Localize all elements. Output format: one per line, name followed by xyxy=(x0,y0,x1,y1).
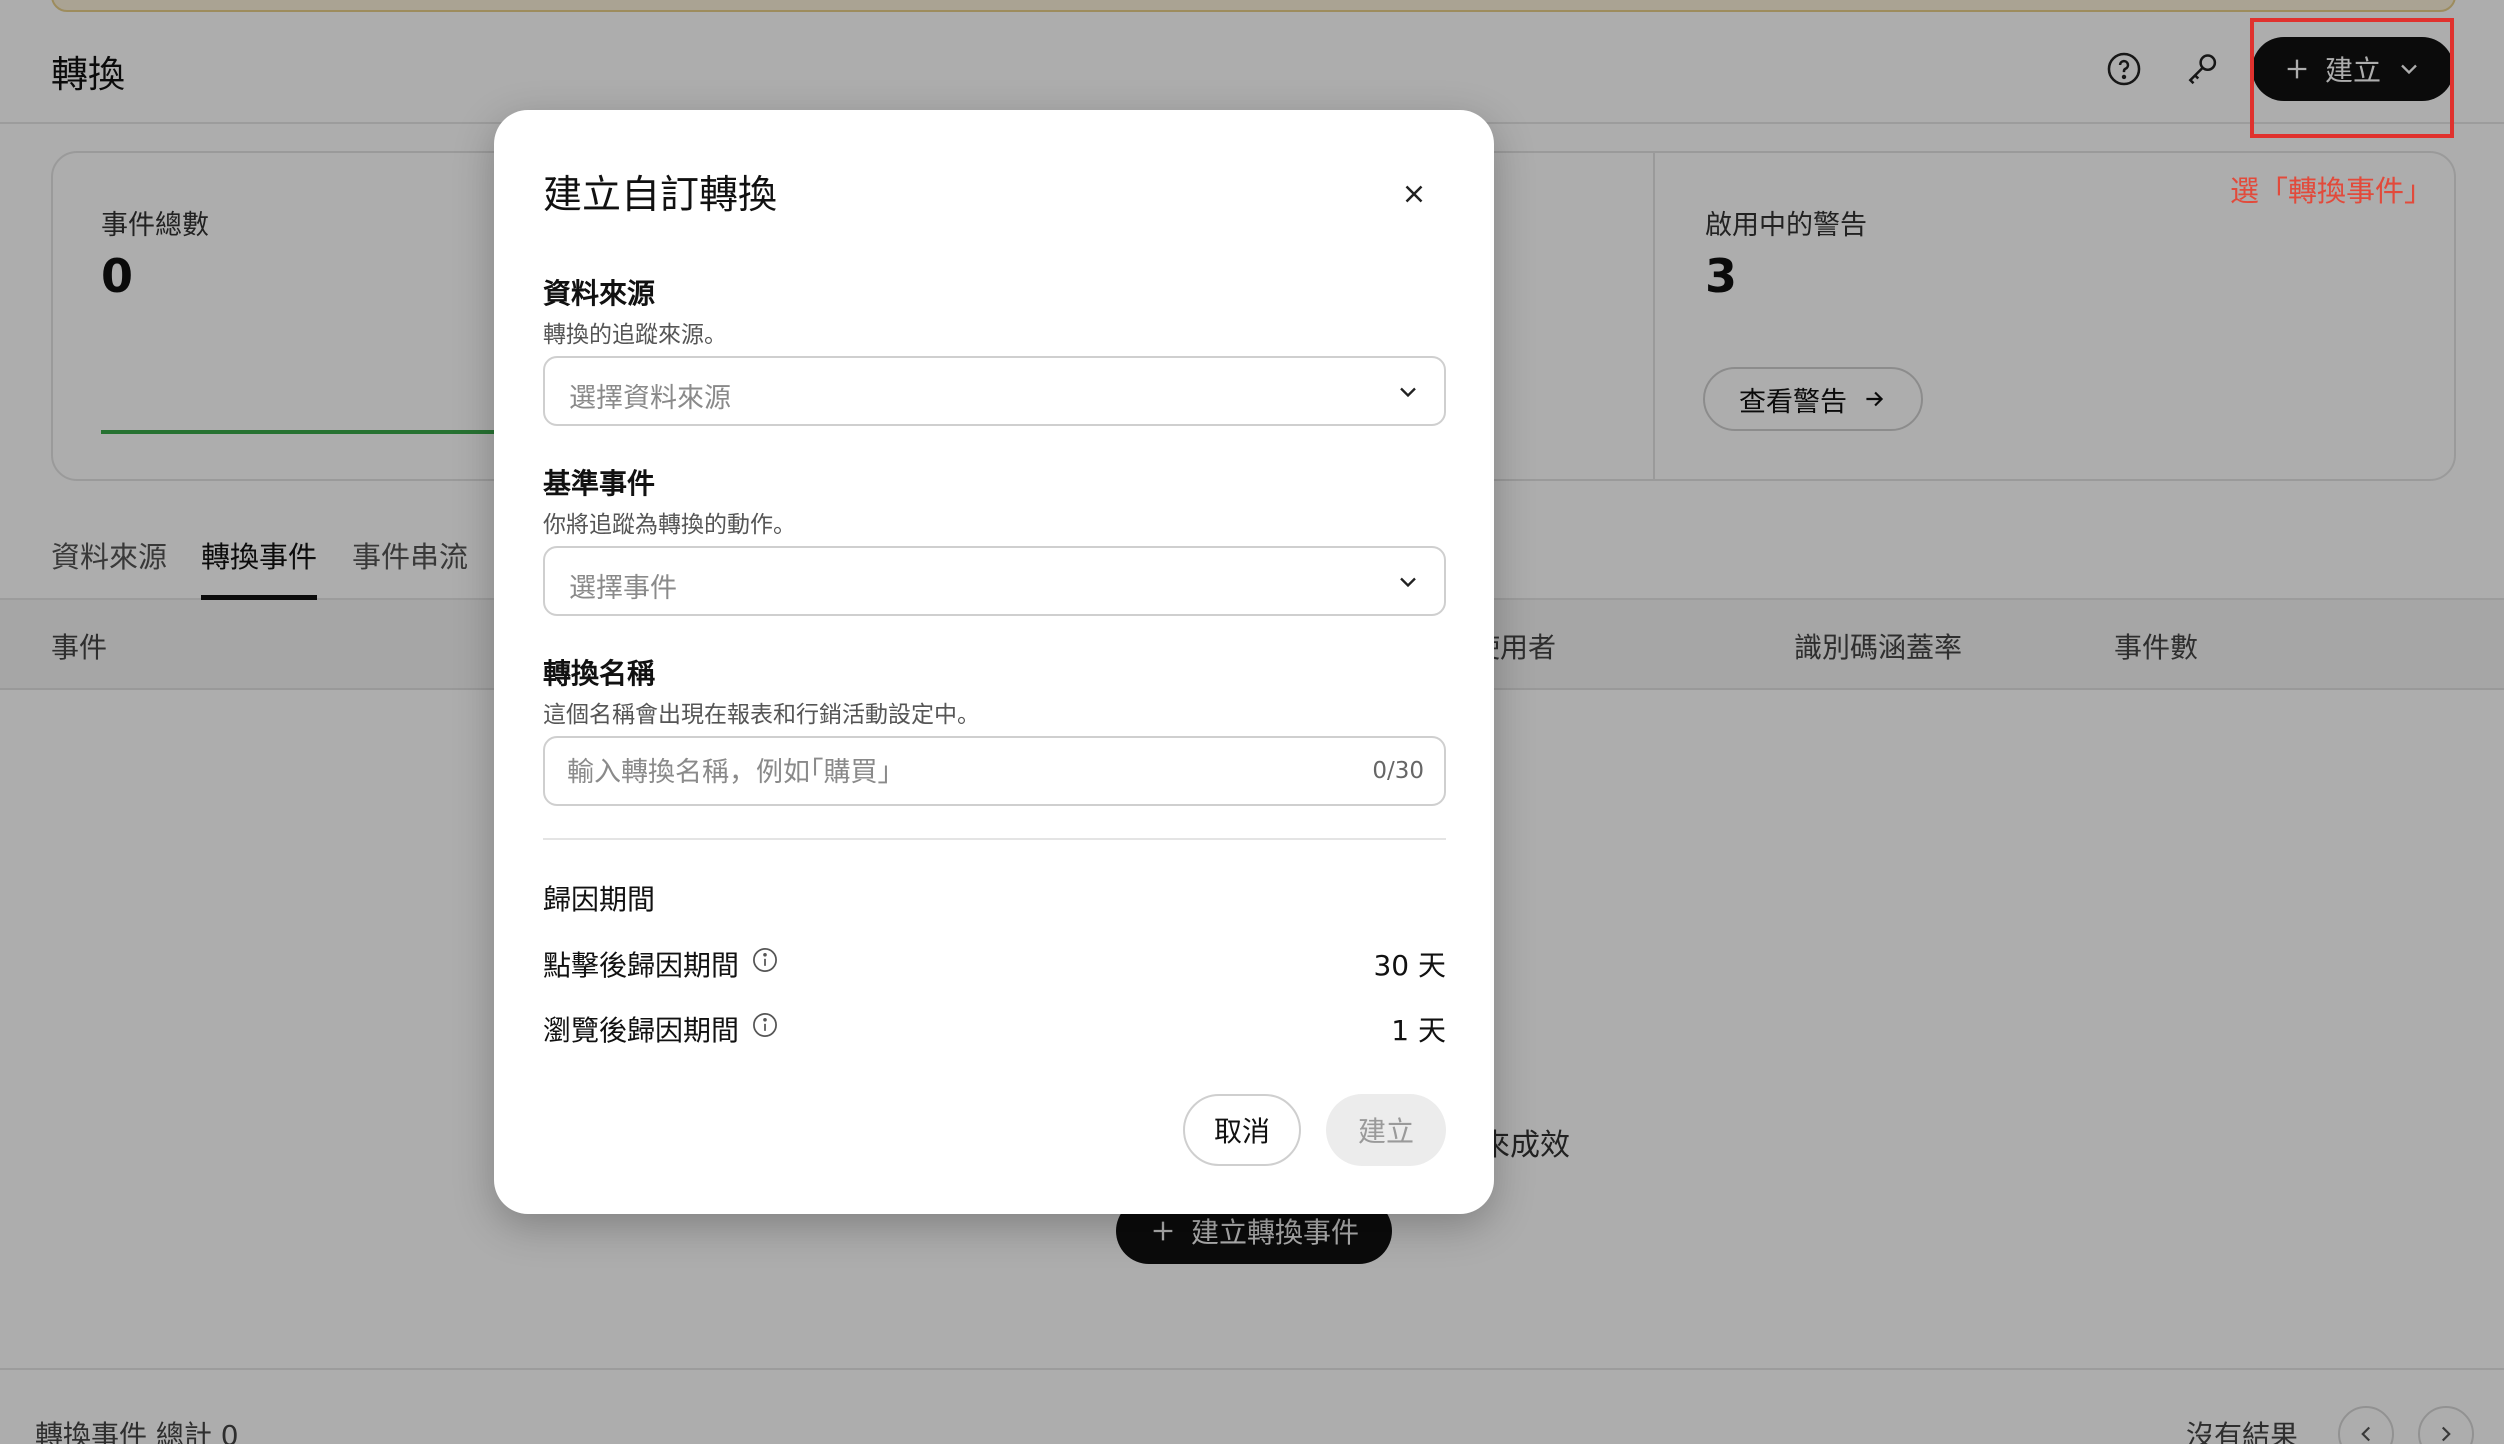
close-icon xyxy=(1405,185,1423,203)
annotation-highlight-box xyxy=(2250,18,2454,138)
create-button[interactable]: 建立 xyxy=(1326,1094,1446,1166)
base-event-label: 基準事件 xyxy=(543,467,656,500)
conversion-name-help: 這個名稱會出現在報表和行銷活動設定中。 xyxy=(543,702,980,728)
attribution-section-label: 歸因期間 xyxy=(543,883,656,916)
base-event-help: 你將追蹤為轉換的動作。 xyxy=(543,512,796,538)
view-attribution-label: 瀏覽後歸因期間 xyxy=(543,1014,740,1047)
conversion-name-label: 轉換名稱 xyxy=(543,657,656,690)
dialog-divider xyxy=(543,838,1446,840)
data-source-placeholder: 選擇資料來源 xyxy=(569,383,731,414)
info-icon[interactable] xyxy=(751,946,779,974)
base-event-select[interactable]: 選擇事件 xyxy=(543,546,1446,616)
conversion-name-input[interactable] xyxy=(567,750,1327,794)
cancel-button[interactable]: 取消 xyxy=(1183,1094,1301,1166)
click-attribution-row: 點擊後歸因期間 30 天 xyxy=(543,938,1446,982)
data-source-help: 轉換的追蹤來源。 xyxy=(543,322,727,348)
dialog-title: 建立自訂轉換 xyxy=(543,173,778,218)
chevron-down-icon xyxy=(1400,387,1416,398)
click-attribution-label: 點擊後歸因期間 xyxy=(543,949,740,982)
info-icon[interactable] xyxy=(751,1011,779,1039)
chevron-down-icon xyxy=(1400,577,1416,588)
annotation-text: 選「轉換事件」 xyxy=(2230,174,2434,208)
character-counter: 0/30 xyxy=(1372,758,1424,784)
data-source-select[interactable]: 選擇資料來源 xyxy=(543,356,1446,426)
view-attribution-row: 瀏覽後歸因期間 1 天 xyxy=(543,1003,1446,1047)
conversion-name-field[interactable]: 0/30 xyxy=(543,736,1446,806)
base-event-placeholder: 選擇事件 xyxy=(569,573,677,604)
click-attribution-value: 30 天 xyxy=(1373,949,1446,982)
view-attribution-value: 1 天 xyxy=(1391,1014,1446,1047)
close-button[interactable] xyxy=(1392,172,1436,216)
create-custom-conversion-dialog: 建立自訂轉換 資料來源 轉換的追蹤來源。 選擇資料來源 基準事件 你將追蹤為轉換… xyxy=(494,110,1494,1214)
data-source-label: 資料來源 xyxy=(543,277,656,310)
